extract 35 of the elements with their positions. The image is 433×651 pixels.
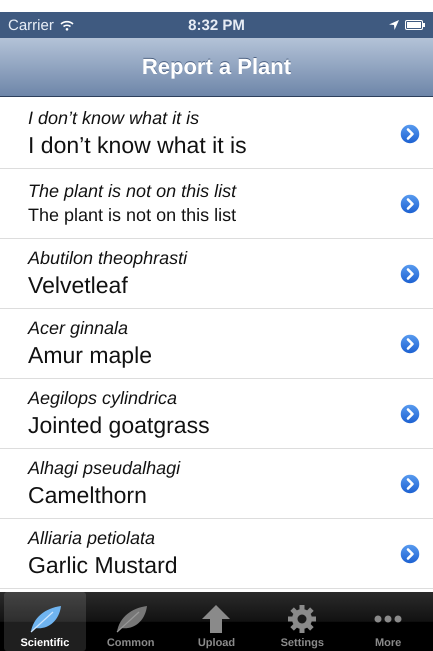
- scientific-name: I don’t know what it is: [28, 108, 200, 129]
- status-time: 8:32 PM: [188, 16, 245, 34]
- common-name: Velvetleaf: [28, 272, 129, 299]
- tab-button[interactable]: Settings: [261, 592, 344, 651]
- disclosure-button-icon[interactable]: [399, 472, 421, 494]
- tab-button[interactable]: More: [347, 592, 429, 651]
- scientific-name: Alliaria petiolata: [28, 528, 156, 549]
- carrier-label: Carrier: [8, 16, 54, 34]
- disclosure-button-icon[interactable]: [399, 402, 421, 424]
- common-name: Garlic Mustard: [28, 552, 179, 579]
- common-name: I don’t know what it is: [28, 132, 248, 159]
- common-name: Camelthorn: [28, 482, 148, 509]
- scientific-name: Acer ginnala: [28, 318, 130, 339]
- nav-title: Report a Plant: [142, 54, 292, 80]
- common-name: Jointed goatgrass: [28, 412, 211, 439]
- gear-icon: [287, 604, 318, 634]
- scientific-name: The plant is not on this list: [28, 181, 238, 202]
- location-arrow-icon: [389, 20, 399, 30]
- wifi-icon: [60, 20, 74, 30]
- more-dots-icon: [373, 615, 404, 623]
- disclosure-button-icon[interactable]: [399, 542, 421, 564]
- disclosure-button-icon[interactable]: [399, 332, 421, 354]
- tab-button[interactable]: Scientific: [4, 592, 86, 651]
- tab-button[interactable]: Common: [90, 592, 172, 651]
- scientific-name: Abutilon theophrasti: [28, 248, 188, 269]
- scientific-name: Aegilops cylindrica: [28, 388, 178, 409]
- tab-button[interactable]: Upload: [176, 592, 258, 651]
- disclosure-button-icon[interactable]: [399, 192, 421, 214]
- disclosure-button-icon[interactable]: [399, 122, 421, 144]
- battery-icon: [405, 20, 425, 30]
- common-name: The plant is not on this list: [28, 205, 238, 226]
- upload-arrow-icon: [201, 604, 232, 634]
- disclosure-button-icon[interactable]: [399, 262, 421, 284]
- scientific-name: Alhagi pseudalhagi: [28, 458, 182, 479]
- common-name: Amur maple: [28, 342, 153, 369]
